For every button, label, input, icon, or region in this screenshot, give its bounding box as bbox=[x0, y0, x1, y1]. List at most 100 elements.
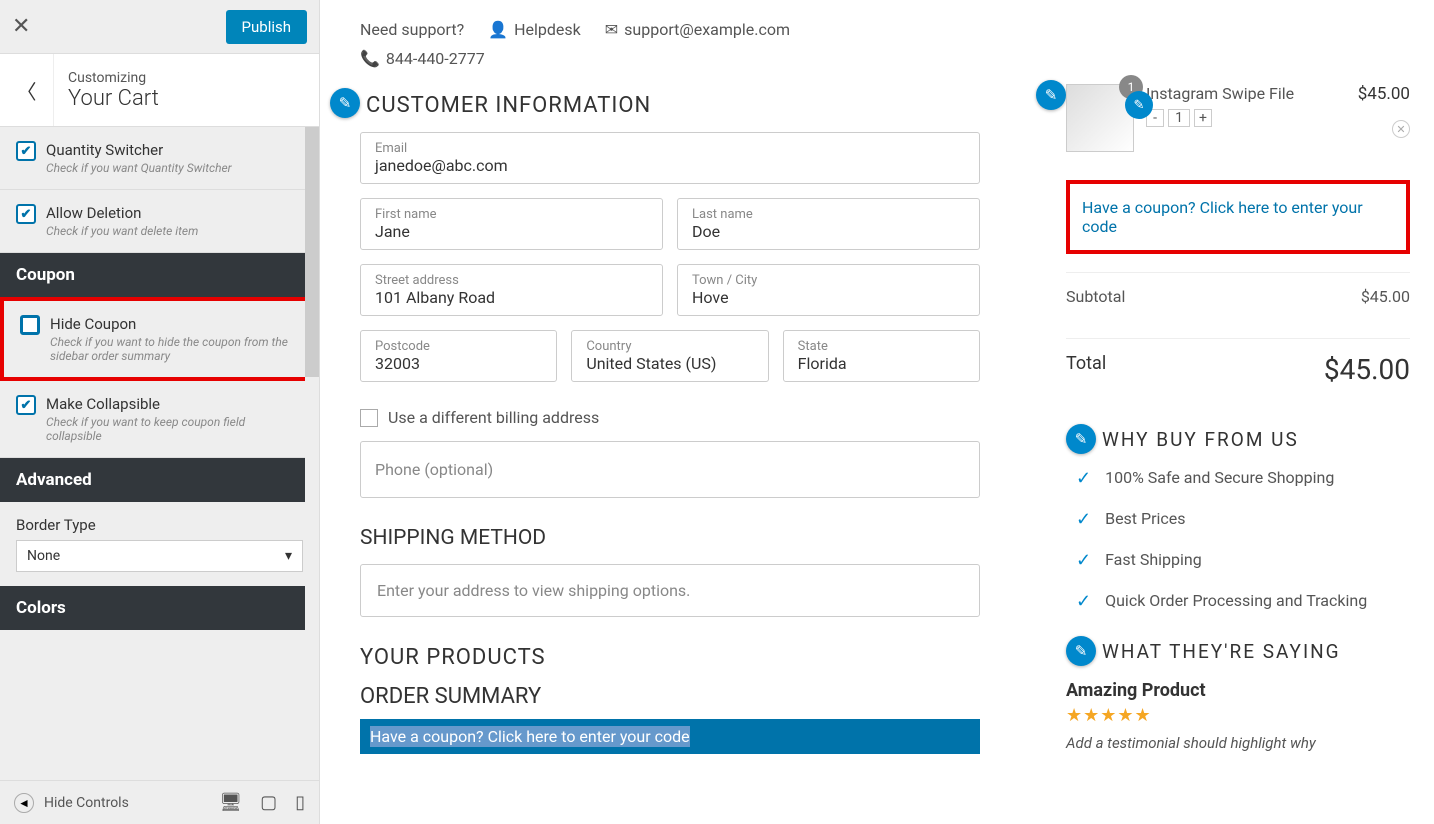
customer-heading: CUSTOMER INFORMATION bbox=[366, 93, 651, 118]
scrollbar-track[interactable] bbox=[305, 127, 319, 780]
shipping-heading: SHIPPING METHOD bbox=[360, 526, 1024, 550]
option-label: Hide Coupon bbox=[50, 315, 299, 333]
option-quantity-switcher[interactable]: Quantity Switcher Check if you want Quan… bbox=[0, 127, 319, 190]
field-value: janedoe@abc.com bbox=[375, 156, 965, 175]
section-colors-header: Colors bbox=[0, 586, 319, 630]
subtotal-label: Subtotal bbox=[1066, 287, 1125, 306]
check-icon: ✓ bbox=[1076, 468, 1091, 489]
person-icon: 👤 bbox=[488, 20, 508, 39]
select-value: None bbox=[27, 548, 60, 564]
diff-billing-checkbox[interactable]: Use a different billing address bbox=[360, 408, 980, 427]
qty-plus-button[interactable]: + bbox=[1194, 109, 1212, 127]
checkbox-icon[interactable] bbox=[16, 204, 36, 224]
product-thumbnail: 1 ✎ bbox=[1066, 84, 1134, 152]
list-item: ✓Best Prices bbox=[1076, 509, 1410, 530]
item-label: Fast Shipping bbox=[1105, 550, 1202, 571]
cart-item: ✎ 1 ✎ Instagram Swipe File - 1 + $45.00 … bbox=[1066, 84, 1410, 152]
helpdesk-label: Helpdesk bbox=[514, 20, 581, 39]
scrollbar-thumb[interactable] bbox=[305, 127, 319, 377]
checkout-main: Need support? 👤 Helpdesk ✉ support@examp… bbox=[320, 0, 1054, 824]
email-field[interactable]: Emailjanedoe@abc.com bbox=[360, 132, 980, 184]
back-icon[interactable]: 〈 bbox=[0, 54, 54, 126]
support-email[interactable]: ✉ support@example.com bbox=[605, 20, 790, 39]
quantity-stepper: - 1 + bbox=[1146, 109, 1346, 127]
publish-button[interactable]: Publish bbox=[226, 10, 307, 44]
town-field[interactable]: Town / CityHove bbox=[677, 264, 980, 316]
lastname-field[interactable]: Last nameDoe bbox=[677, 198, 980, 250]
option-label: Quantity Switcher bbox=[46, 141, 232, 159]
coupon-box-sidebar[interactable]: Have a coupon? Click here to enter your … bbox=[1066, 180, 1410, 254]
order-summary-heading: ORDER SUMMARY bbox=[360, 684, 1024, 709]
subtotal-row: Subtotal $45.00 bbox=[1066, 272, 1410, 320]
star-rating: ★★★★★ bbox=[1066, 705, 1410, 726]
border-type-select[interactable]: None ▾ bbox=[16, 540, 303, 572]
customizer-sidebar: ✕ Publish 〈 Customizing Your Cart Quanti… bbox=[0, 0, 320, 824]
phone-field[interactable]: Phone (optional) bbox=[360, 441, 980, 498]
section-coupon-header: Coupon bbox=[0, 253, 319, 297]
border-type-block: Border Type None ▾ bbox=[0, 502, 319, 586]
country-field[interactable]: CountryUnited States (US) bbox=[571, 330, 768, 382]
desktop-icon[interactable]: 🖥 bbox=[219, 792, 242, 813]
why-heading: WHY BUY FROM US bbox=[1102, 428, 1299, 451]
option-hide-coupon[interactable]: Hide Coupon Check if you want to hide th… bbox=[0, 297, 319, 381]
edit-icon[interactable]: ✎ bbox=[1066, 636, 1096, 666]
edit-icon[interactable]: ✎ bbox=[1036, 80, 1066, 110]
field-label: Town / City bbox=[692, 273, 965, 288]
your-products-heading: YOUR PRODUCTS bbox=[360, 645, 1024, 670]
postcode-field[interactable]: Postcode32003 bbox=[360, 330, 557, 382]
item-label: 100% Safe and Secure Shopping bbox=[1105, 468, 1334, 489]
tablet-icon[interactable]: ▢ bbox=[260, 792, 277, 813]
chevron-down-icon: ▾ bbox=[285, 548, 292, 564]
qty-value: 1 bbox=[1168, 109, 1190, 127]
helpdesk-link[interactable]: 👤 Helpdesk bbox=[488, 20, 581, 39]
phone-icon: 📞 bbox=[360, 49, 380, 68]
saying-heading: WHAT THEY'RE SAYING bbox=[1102, 640, 1341, 663]
street-field[interactable]: Street address101 Albany Road bbox=[360, 264, 663, 316]
list-item: ✓Quick Order Processing and Tracking bbox=[1076, 591, 1410, 612]
state-field[interactable]: StateFlorida bbox=[783, 330, 980, 382]
edit-icon[interactable]: ✎ bbox=[1125, 91, 1153, 119]
coupon-banner-main[interactable]: Have a coupon? Click here to enter your … bbox=[360, 719, 980, 754]
why-buy-header: ✎ WHY BUY FROM US bbox=[1066, 424, 1410, 454]
close-icon[interactable]: ✕ bbox=[12, 14, 30, 39]
border-type-label: Border Type bbox=[16, 516, 303, 534]
field-value: 101 Albany Road bbox=[375, 288, 648, 307]
support-text: Need support? bbox=[360, 20, 464, 39]
field-label: State bbox=[798, 339, 965, 354]
coupon-link[interactable]: Have a coupon? Click here to enter your … bbox=[1082, 198, 1363, 236]
checkbox-icon[interactable] bbox=[16, 141, 36, 161]
product-price: $45.00 bbox=[1358, 84, 1410, 152]
customizing-breadcrumb: Customizing Your Cart bbox=[54, 60, 173, 121]
sidebar-body: Quantity Switcher Check if you want Quan… bbox=[0, 127, 319, 780]
field-label: Last name bbox=[692, 207, 965, 222]
phone-label: 844-440-2777 bbox=[386, 49, 485, 68]
field-label: Postcode bbox=[375, 339, 542, 354]
support-row: Need support? 👤 Helpdesk ✉ support@examp… bbox=[360, 20, 1024, 39]
product-title: Instagram Swipe File bbox=[1146, 84, 1346, 103]
checkbox-icon[interactable] bbox=[16, 395, 36, 415]
testimonial-title: Amazing Product bbox=[1066, 680, 1410, 701]
firstname-field[interactable]: First nameJane bbox=[360, 198, 663, 250]
support-phone[interactable]: 📞 844-440-2777 bbox=[360, 49, 485, 68]
remove-item-icon[interactable]: ✕ bbox=[1392, 120, 1410, 138]
envelope-icon: ✉ bbox=[605, 20, 618, 39]
hide-controls-label[interactable]: Hide Controls bbox=[44, 795, 129, 811]
checkbox-icon[interactable] bbox=[20, 315, 40, 335]
preview-pane: Need support? 👤 Helpdesk ✉ support@examp… bbox=[320, 0, 1434, 824]
testimonial-text: Add a testimonial should highlight why bbox=[1066, 734, 1410, 752]
field-value: Jane bbox=[375, 222, 648, 241]
option-allow-deletion[interactable]: Allow Deletion Check if you want delete … bbox=[0, 190, 319, 253]
total-label: Total bbox=[1066, 353, 1106, 386]
checkbox-icon[interactable] bbox=[360, 409, 378, 427]
field-label: Country bbox=[586, 339, 753, 354]
edit-icon[interactable]: ✎ bbox=[1066, 424, 1096, 454]
collapse-icon[interactable]: ◄ bbox=[14, 793, 34, 813]
email-label: support@example.com bbox=[624, 20, 790, 39]
option-make-collapsible[interactable]: Make Collapsible Check if you want to ke… bbox=[0, 381, 319, 458]
mobile-icon[interactable]: ▯ bbox=[295, 792, 305, 813]
edit-icon[interactable]: ✎ bbox=[330, 88, 360, 118]
check-icon: ✓ bbox=[1076, 550, 1091, 571]
testimonials-header: ✎ WHAT THEY'RE SAYING bbox=[1066, 636, 1410, 666]
field-value: Florida bbox=[798, 354, 965, 373]
coupon-text: Have a coupon? Click here to enter your … bbox=[370, 726, 690, 747]
